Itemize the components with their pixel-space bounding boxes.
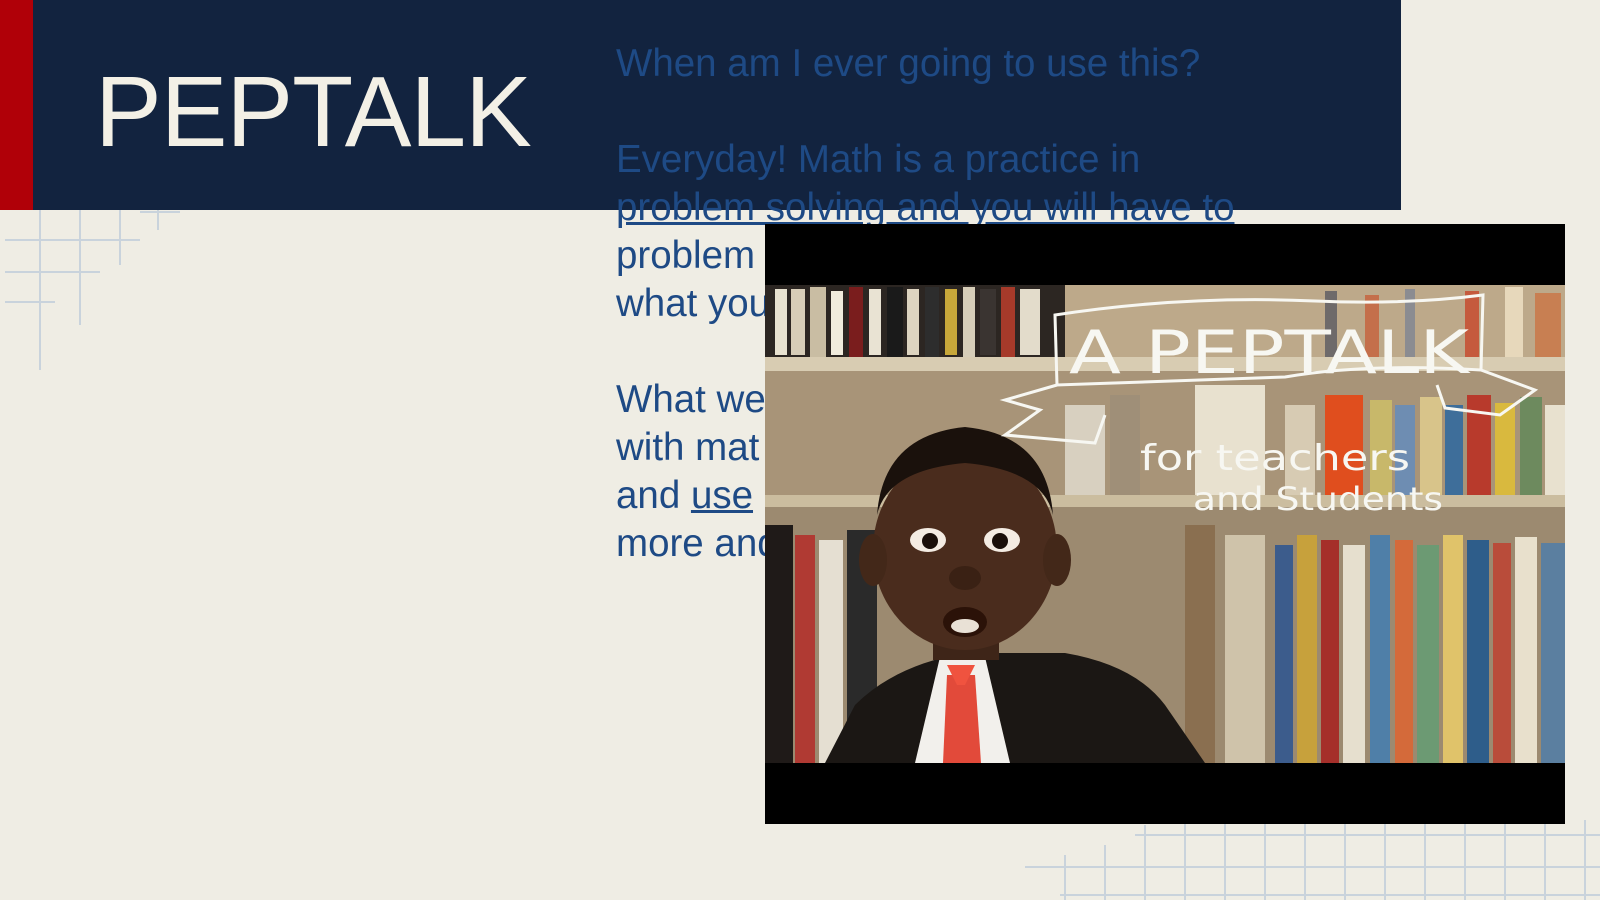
slide-title: PEPTALK xyxy=(95,56,532,168)
answer-line: Everyday! Math is a practice in xyxy=(616,138,1141,181)
closing-line-prefix: and xyxy=(616,474,691,517)
video-frame: A PEPTALK for teachers and Students xyxy=(765,285,1565,763)
question-line: When am I ever going to use this? xyxy=(616,42,1201,85)
video-thumbnail[interactable]: A PEPTALK for teachers and Students xyxy=(765,224,1565,824)
decorative-grid-bottom-right xyxy=(1020,815,1600,900)
banner-subtitle-line2: and Students xyxy=(1193,480,1443,518)
decorative-grid-top-left xyxy=(0,200,190,375)
slide: PEPTALK When am I ever going to use this… xyxy=(0,0,1600,900)
banner-title-text: A PEPTALK xyxy=(1069,318,1471,388)
title-accent-bar xyxy=(0,0,33,210)
use-link[interactable]: use xyxy=(691,474,753,517)
banner-subtitle-line1: for teachers xyxy=(1140,438,1410,479)
